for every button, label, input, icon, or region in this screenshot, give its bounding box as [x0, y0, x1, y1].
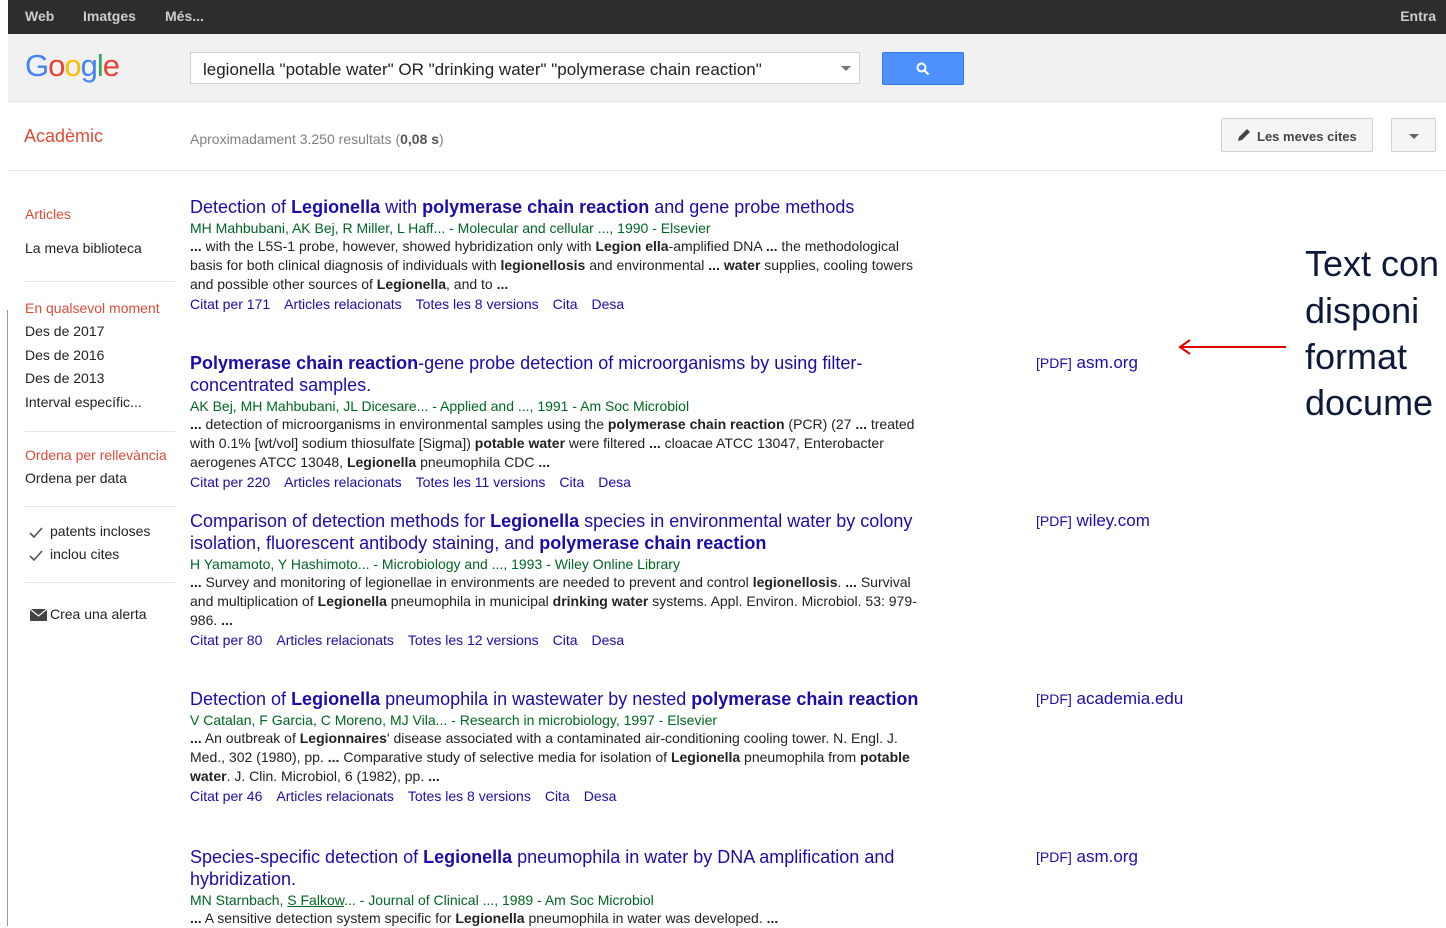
- sidebar-item-sort-relevance[interactable]: Ordena per rellevància: [25, 447, 167, 463]
- result-item: Detection of Legionella with polymerase …: [190, 196, 920, 313]
- result-authors: MH Mahbubani, AK Bej, R Miller, L Haff..…: [190, 220, 711, 236]
- result-item: Detection of Legionella pneumophila in w…: [190, 688, 920, 805]
- sidebar-divider: [25, 281, 175, 282]
- result-snippet: ... with the L5S-1 probe, however, showe…: [190, 238, 913, 292]
- result-link[interactable]: Citat per 171: [190, 296, 270, 312]
- pdf-link[interactable]: [PDF] asm.org: [1036, 353, 1138, 373]
- sign-in-link[interactable]: Entra: [1400, 8, 1436, 24]
- annotation-line: Text con: [1305, 243, 1440, 284]
- result-item: Comparison of detection methods for Legi…: [190, 510, 920, 649]
- result-link[interactable]: Desa: [592, 296, 625, 312]
- result-link[interactable]: Articles relacionats: [284, 474, 402, 490]
- my-citations-button[interactable]: Les meves cites: [1221, 118, 1373, 152]
- search-options-dropdown-icon[interactable]: [841, 66, 851, 71]
- sidebar-item-since-2017[interactable]: Des de 2017: [25, 323, 104, 339]
- result-link[interactable]: Articles relacionats: [276, 632, 394, 648]
- result-link[interactable]: Citat per 220: [190, 474, 270, 490]
- create-alert-label: Crea una alerta: [50, 606, 147, 622]
- annotation-arrow-icon: [1178, 339, 1286, 355]
- scholar-section-title[interactable]: Acadèmic: [24, 126, 103, 147]
- search-icon: [916, 62, 930, 76]
- result-link[interactable]: Cita: [553, 296, 578, 312]
- result-links: Citat per 80 Articles relacionats Totes le…: [190, 631, 920, 649]
- google-logo[interactable]: Google: [25, 48, 120, 84]
- top-navigation-bar: Web Imatges Més... Entra: [8, 0, 1446, 34]
- result-snippet: ... detection of microorganisms in envir…: [190, 416, 915, 470]
- result-link[interactable]: Totes les 12 versions: [408, 632, 539, 648]
- sidebar-divider: [25, 506, 175, 507]
- pencil-icon: [1238, 129, 1250, 141]
- result-authors: MN Starnbach, S Falkow... - Journal of C…: [190, 892, 654, 908]
- sidebar-divider: [25, 431, 175, 432]
- settings-menu-button[interactable]: [1391, 118, 1436, 152]
- sidebar-item-library[interactable]: La meva biblioteca: [25, 240, 142, 256]
- result-title-link[interactable]: Comparison of detection methods for Legi…: [190, 510, 920, 554]
- sidebar-item-articles[interactable]: Articles: [25, 206, 71, 222]
- results-subheader: Acadèmic Aproximadament 3.250 resultats …: [8, 102, 1446, 171]
- sidebar-item-sort-date[interactable]: Ordena per data: [25, 470, 127, 486]
- result-title-link[interactable]: Species-specific detection of Legionella…: [190, 846, 920, 890]
- results-count: Aproximadament 3.250 resultats (0,08 s): [190, 131, 444, 147]
- result-link[interactable]: Totes les 11 versions: [416, 474, 546, 490]
- result-link[interactable]: Citat per 80: [190, 632, 262, 648]
- result-link[interactable]: Articles relacionats: [284, 296, 402, 312]
- result-title-link[interactable]: Detection of Legionella with polymerase …: [190, 196, 920, 218]
- result-item: Species-specific detection of Legionella…: [190, 846, 920, 928]
- result-link[interactable]: Totes les 8 versions: [408, 788, 531, 804]
- include-patents-label: patents incloses: [50, 523, 151, 539]
- include-citations-label: inclou cites: [50, 546, 120, 562]
- sidebar-item-since-2013[interactable]: Des de 2013: [25, 370, 104, 386]
- pdf-link[interactable]: [PDF] asm.org: [1036, 847, 1138, 867]
- result-link[interactable]: Desa: [598, 474, 631, 490]
- result-snippet: ... A sensitive detection system specifi…: [190, 910, 779, 926]
- pdf-link[interactable]: [PDF] academia.edu: [1036, 689, 1183, 709]
- envelope-icon: [30, 609, 47, 621]
- result-title-link[interactable]: Polymerase chain reaction-gene probe det…: [190, 352, 920, 396]
- annotation-line: format: [1305, 336, 1408, 377]
- result-link[interactable]: Totes les 8 versions: [416, 296, 539, 312]
- search-header: Google: [8, 34, 1446, 102]
- result-authors: AK Bej, MH Mahbubani, JL Dicesare... - A…: [190, 398, 690, 414]
- sidebar-item-any-time[interactable]: En qualsevol moment: [25, 300, 160, 316]
- nav-web[interactable]: Web: [25, 8, 54, 24]
- search-button[interactable]: [882, 52, 964, 85]
- result-link[interactable]: Cita: [553, 632, 578, 648]
- pdf-link[interactable]: [PDF] wiley.com: [1036, 511, 1150, 531]
- nav-images[interactable]: Imatges: [83, 8, 136, 24]
- result-link[interactable]: Articles relacionats: [276, 788, 394, 804]
- chevron-down-icon: [1409, 134, 1419, 139]
- result-authors: H Yamamoto, Y Hashimoto... - Microbiolog…: [190, 556, 680, 572]
- result-links: Citat per 46 Articles relacionats Totes le…: [190, 787, 920, 805]
- nav-more[interactable]: Més...: [165, 8, 204, 24]
- annotation-line: docume: [1305, 382, 1434, 423]
- result-link[interactable]: Cita: [545, 788, 570, 804]
- sidebar-item-custom-range[interactable]: Interval específic...: [25, 394, 142, 410]
- sidebar-item-since-2016[interactable]: Des de 2016: [25, 347, 104, 363]
- checkmark-icon: [29, 550, 43, 562]
- result-links: Citat per 220 Articles relacionats Totes l…: [190, 473, 920, 491]
- result-link[interactable]: Desa: [592, 632, 625, 648]
- search-box[interactable]: [190, 52, 860, 84]
- result-link[interactable]: Citat per 46: [190, 788, 262, 804]
- result-snippet: ... Survey and monitoring of legionellae…: [190, 574, 917, 628]
- checkmark-icon: [29, 527, 43, 539]
- my-citations-label: Les meves cites: [1257, 129, 1357, 144]
- result-snippet: ... An outbreak of Legionnaires' disease…: [190, 730, 910, 784]
- annotation-line: disponi: [1305, 290, 1420, 331]
- result-link[interactable]: Cita: [559, 474, 584, 490]
- search-input[interactable]: [201, 59, 825, 81]
- result-authors: V Catalan, F Garcia, C Moreno, MJ Vila..…: [190, 712, 718, 728]
- result-link[interactable]: Desa: [584, 788, 617, 804]
- sidebar-divider: [25, 582, 175, 583]
- result-title-link[interactable]: Detection of Legionella pneumophila in w…: [190, 688, 920, 710]
- result-item: Polymerase chain reaction-gene probe det…: [190, 352, 920, 491]
- result-links: Citat per 171 Articles relacionats Totes l…: [190, 295, 920, 313]
- left-border-line: [7, 310, 8, 926]
